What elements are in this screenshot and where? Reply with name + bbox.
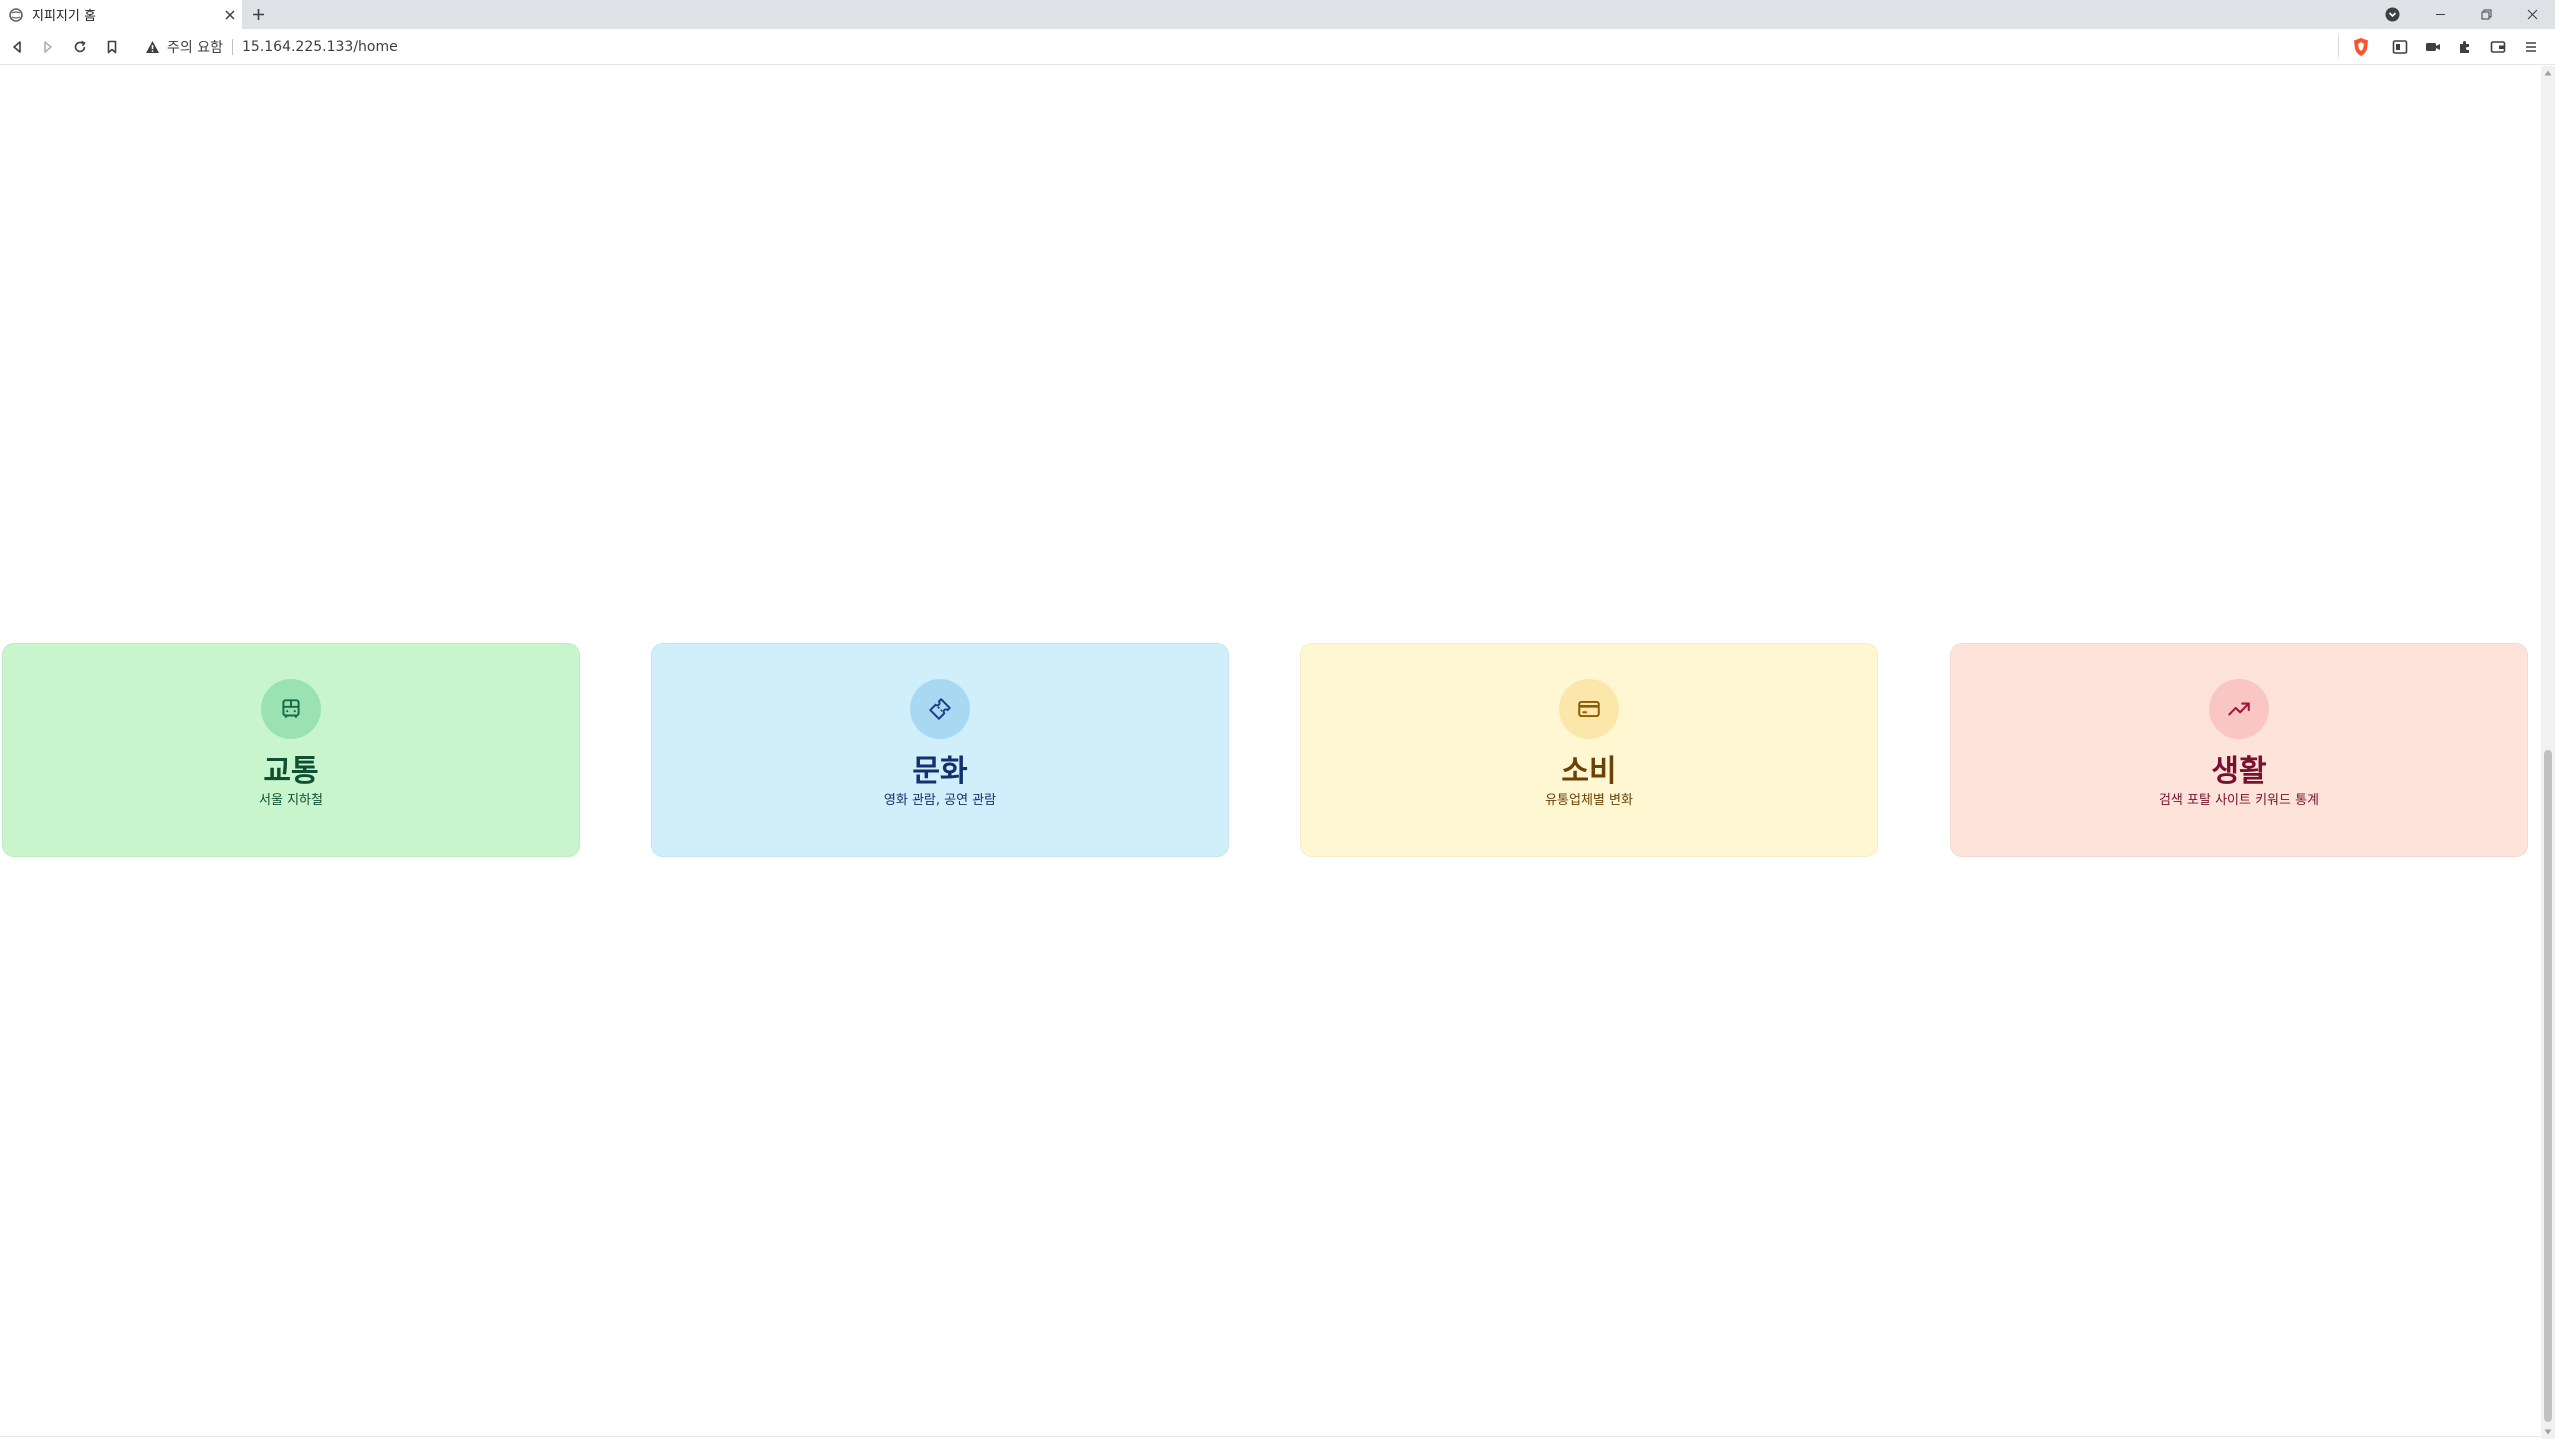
minimize-button[interactable] <box>2417 0 2463 29</box>
brave-shields-button[interactable] <box>2351 37 2371 57</box>
media-button[interactable] <box>2423 37 2443 57</box>
tab-title: 지피지기 홈 <box>32 9 96 24</box>
forward-arrow-icon <box>44 41 52 53</box>
restore-button[interactable] <box>2463 0 2509 29</box>
card-culture[interactable]: 문화 영화 관람, 공연 관람 <box>651 643 1229 857</box>
card-title: 문화 <box>912 754 968 789</box>
minimize-icon <box>2435 14 2445 15</box>
reload-icon <box>74 40 86 53</box>
category-cards: 교통 서울 지하철 문화 영화 관람, 공연 관람 소비 유통업체별 변화 생활… <box>0 643 2541 857</box>
vertical-scrollbar[interactable] <box>2541 66 2555 1439</box>
warning-icon[interactable] <box>145 40 160 54</box>
trending-up-icon <box>2228 702 2250 716</box>
card-icon-container <box>2209 679 2269 739</box>
tab-strip: 지피지기 홈 <box>0 0 2555 29</box>
new-tab-button[interactable] <box>249 5 268 24</box>
restore-icon <box>2481 9 2491 20</box>
card-life[interactable]: 생활 검색 포탈 사이트 키워드 통계 <box>1950 643 2528 857</box>
divider <box>2338 35 2339 57</box>
reload-button[interactable] <box>70 37 90 57</box>
credit-card-icon <box>1578 700 1600 718</box>
forward-button[interactable] <box>38 37 58 57</box>
card-icon-container <box>1559 679 1619 739</box>
card-subtitle: 영화 관람, 공연 관람 <box>883 793 997 808</box>
card-subtitle: 유통업체별 변화 <box>1545 793 1633 808</box>
bookmark-icon <box>107 40 117 54</box>
wallet-icon <box>2490 41 2506 53</box>
bookmark-button[interactable] <box>102 37 122 57</box>
ticket-icon <box>929 698 951 720</box>
browser-toolbar: 주의 요함 15.164.225.133/home <box>0 29 2555 65</box>
card-icon-container <box>910 679 970 739</box>
close-window-button[interactable] <box>2509 0 2555 29</box>
lion-shield-icon <box>2354 38 2368 56</box>
url-text[interactable]: 15.164.225.133/home <box>242 39 398 55</box>
hamburger-menu-icon <box>2526 42 2536 52</box>
extensions-button[interactable] <box>2455 37 2475 57</box>
wallet-button[interactable] <box>2488 37 2508 57</box>
scroll-up-icon[interactable] <box>2541 66 2555 80</box>
subway-icon <box>282 699 300 719</box>
plus-icon <box>253 9 264 20</box>
page-viewport: 교통 서울 지하철 문화 영화 관람, 공연 관람 소비 유통업체별 변화 생활… <box>0 66 2541 1439</box>
back-button[interactable] <box>7 37 27 57</box>
back-arrow-icon <box>13 41 21 53</box>
divider <box>0 1436 2541 1437</box>
card-subtitle: 검색 포탈 사이트 키워드 통계 <box>2158 793 2320 808</box>
card-title: 교통 <box>263 754 319 789</box>
divider <box>231 39 233 55</box>
security-warning-label[interactable]: 주의 요함 <box>167 37 223 57</box>
card-subtitle: 서울 지하철 <box>259 793 323 808</box>
globe-icon <box>8 7 23 22</box>
card-title: 소비 <box>1561 754 1617 789</box>
close-icon <box>2527 9 2537 20</box>
puzzle-icon <box>2460 41 2469 53</box>
tab-search-button[interactable] <box>2384 6 2401 23</box>
address-bar[interactable]: 주의 요함 15.164.225.133/home <box>135 33 2345 61</box>
scroll-down-icon[interactable] <box>2541 1425 2555 1439</box>
close-tab-icon[interactable] <box>221 6 238 23</box>
sidebar-icon <box>2392 40 2408 54</box>
card-consumption[interactable]: 소비 유통업체별 변화 <box>1300 643 1878 857</box>
chevron-down-circle-icon <box>2385 7 2400 22</box>
video-camera-icon <box>2426 43 2440 51</box>
browser-tab[interactable]: 지피지기 홈 <box>0 0 242 29</box>
card-icon-container <box>261 679 321 739</box>
card-transport[interactable]: 교통 서울 지하철 <box>2 643 580 857</box>
sidebar-button[interactable] <box>2390 37 2410 57</box>
card-title: 생활 <box>2211 754 2267 789</box>
scroll-thumb[interactable] <box>2544 750 2552 1422</box>
menu-button[interactable] <box>2521 37 2541 57</box>
